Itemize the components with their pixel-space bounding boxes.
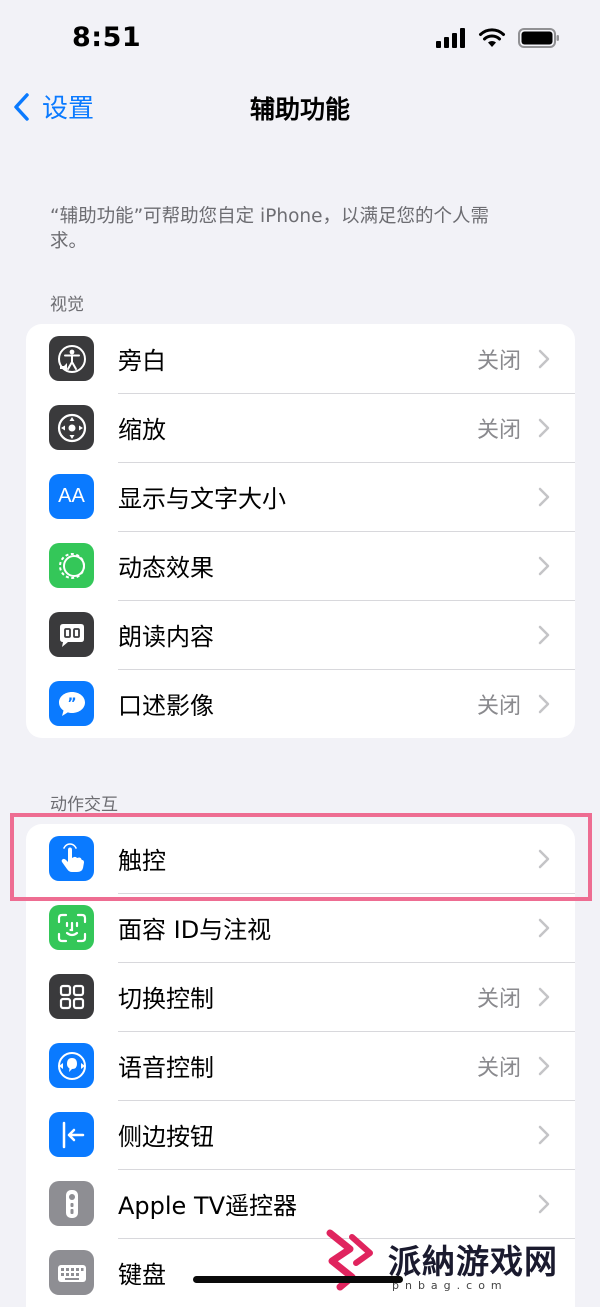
touch-highlight-frame: [10, 813, 592, 901]
spoken-content-icon: [49, 612, 94, 657]
chevron-right-icon: [538, 918, 550, 937]
vision-settings-group: 旁白 关闭 缩放 关闭 AA 显示与文字大小 动态效果 朗读内容 ” 口述影像 …: [26, 324, 575, 738]
list-item-label: 键盘: [118, 1261, 166, 1289]
list-item-label: 语音控制: [118, 1054, 214, 1082]
list-item-audio-descriptions[interactable]: ” 口述影像 关闭: [26, 669, 575, 738]
list-item-label: 显示与文字大小: [118, 485, 286, 513]
list-item-label: 侧边按钮: [118, 1123, 214, 1151]
list-item-value: 关闭: [476, 417, 521, 443]
chevron-right-icon: [538, 625, 550, 644]
list-item-value: 关闭: [476, 986, 521, 1012]
chevron-right-icon: [538, 1056, 550, 1075]
chevron-right-icon: [538, 694, 550, 713]
list-item-zoom[interactable]: 缩放 关闭: [26, 393, 575, 462]
status-icons: [436, 28, 560, 48]
chevron-right-icon: [538, 987, 550, 1006]
chevron-right-icon: [538, 349, 550, 368]
status-bar: 8:51: [0, 0, 600, 80]
svg-text:”: ”: [67, 696, 76, 712]
voiceover-icon: [49, 336, 94, 381]
list-item-label: 口述影像: [118, 692, 214, 720]
keyboard-icon: [49, 1250, 94, 1295]
audio-description-icon: ”: [49, 681, 94, 726]
watermark: 派納游戏网 pnbag.com: [322, 1224, 592, 1294]
list-item-label: 朗读内容: [118, 623, 214, 651]
battery-icon: [518, 28, 559, 48]
text-size-icon: AA: [49, 474, 94, 519]
accessibility-description: “辅助功能”可帮助您自定 iPhone，以满足您的个人需求。: [50, 206, 489, 252]
chevron-right-icon: [538, 487, 550, 506]
side-button-icon: [49, 1112, 94, 1157]
watermark-subtext: pnbag.com: [392, 1279, 508, 1292]
list-item-label: 动态效果: [118, 554, 214, 582]
section-header-vision: 视觉: [50, 295, 84, 315]
section-header-physical-motor: 动作交互: [50, 795, 118, 815]
list-item-spoken-content[interactable]: 朗读内容: [26, 600, 575, 669]
list-item-display-text-size[interactable]: AA 显示与文字大小: [26, 462, 575, 531]
watermark-text: 派納游戏网: [388, 1242, 558, 1281]
apple-tv-remote-icon: [49, 1181, 94, 1226]
chevron-right-icon: [538, 418, 550, 437]
chevron-right-icon: [538, 1125, 550, 1144]
face-id-icon: [49, 905, 94, 950]
list-item-label: 旁白: [118, 347, 166, 375]
list-item-voiceover[interactable]: 旁白 关闭: [26, 324, 575, 393]
list-item-label: 切换控制: [118, 985, 214, 1013]
cellular-signal-icon: [436, 28, 465, 48]
list-item-value: 关闭: [476, 693, 521, 719]
list-item-value: 关闭: [476, 348, 521, 374]
wifi-icon: [479, 28, 505, 47]
chevron-right-icon: [538, 556, 550, 575]
list-item-side-button[interactable]: 侧边按钮: [26, 1100, 575, 1169]
home-indicator[interactable]: [193, 1276, 403, 1283]
motion-icon: [49, 543, 94, 588]
list-item-label: Apple TV遥控器: [118, 1192, 298, 1220]
navigation-bar: 设置 辅助功能: [0, 80, 600, 136]
zoom-icon: [49, 405, 94, 450]
chevron-right-icon: [538, 1194, 550, 1213]
list-item-label: 缩放: [118, 416, 166, 444]
page-title: 辅助功能: [249, 95, 350, 124]
list-item-label: 面容 ID与注视: [118, 916, 272, 944]
list-item-switch-control[interactable]: 切换控制 关闭: [26, 962, 575, 1031]
list-item-motion[interactable]: 动态效果: [26, 531, 575, 600]
status-time: 8:51: [72, 22, 142, 53]
list-item-voice-control[interactable]: 语音控制 关闭: [26, 1031, 575, 1100]
voice-control-icon: [49, 1043, 94, 1088]
list-item-face-id-attention[interactable]: 面容 ID与注视: [26, 893, 575, 962]
list-item-value: 关闭: [476, 1055, 521, 1081]
switch-control-icon: [49, 974, 94, 1019]
